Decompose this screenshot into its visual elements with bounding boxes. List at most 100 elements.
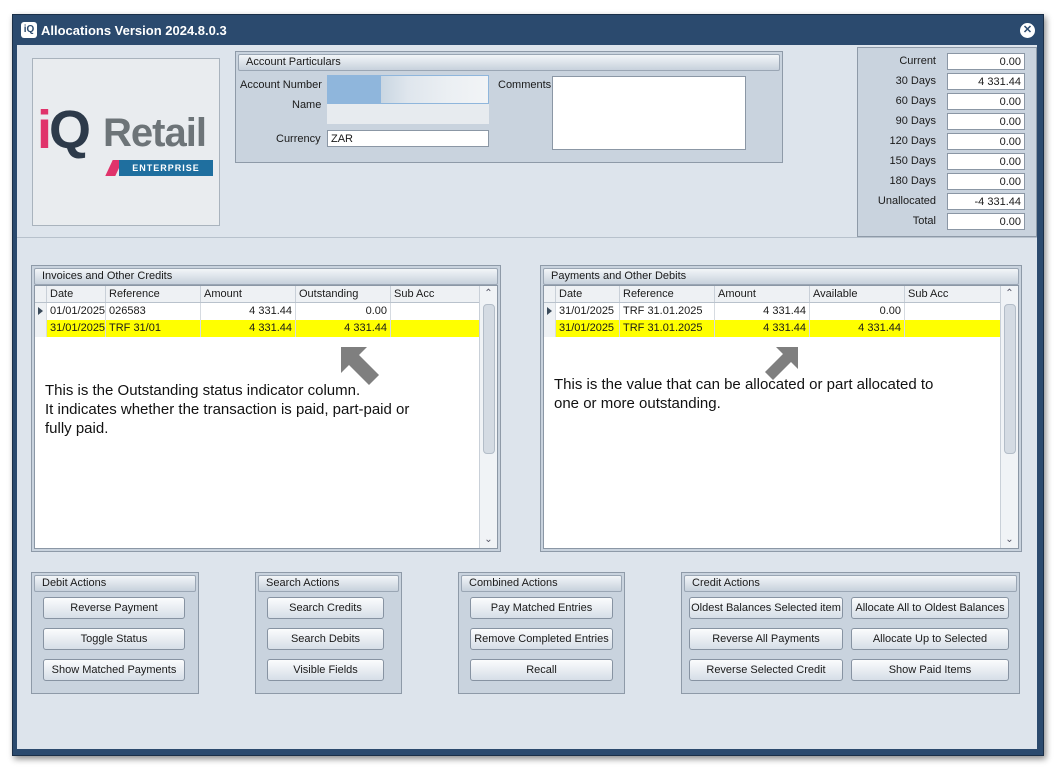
ageing-value-60[interactable]: 0.00 [947,93,1025,110]
allocate-up-to-selected-button[interactable]: Allocate Up to Selected [851,628,1009,650]
col-sub-acc[interactable]: Sub Acc [904,286,1001,302]
col-amount[interactable]: Amount [200,286,295,302]
available-annotation: This is the value that can be allocated … [554,376,934,412]
ageing-value-30[interactable]: 4 331.44 [947,73,1025,90]
ageing-label-150: 150 Days [889,155,936,167]
cell-reference: 026583 [105,303,200,320]
debit-actions-header: Debit Actions [34,575,196,592]
cell-amount: 4 331.44 [714,303,809,320]
pay-matched-entries-button[interactable]: Pay Matched Entries [470,597,613,619]
payments-header: Payments and Other Debits [543,268,1019,285]
account-number-label: Account Number [240,79,322,91]
cell-amount: 4 331.44 [200,303,295,320]
col-amount[interactable]: Amount [714,286,809,302]
logo-retail: Retail [103,111,207,155]
outstanding-annotation: This is the Outstanding status indicator… [45,382,410,437]
currency-field[interactable]: ZAR [327,130,489,147]
reverse-payment-button[interactable]: Reverse Payment [43,597,185,619]
debit-actions-panel: Debit Actions Reverse Payment Toggle Sta… [31,572,199,694]
invoices-header: Invoices and Other Credits [34,268,498,285]
account-particulars-panel: Account Particulars Account Number Name … [235,51,783,163]
allocate-all-to-oldest-balances-button[interactable]: Allocate All to Oldest Balances [851,597,1009,619]
invoices-grid[interactable]: Date Reference Amount Outstanding Sub Ac… [34,285,498,549]
reverse-all-payments-button[interactable]: Reverse All Payments [689,628,843,650]
col-reference[interactable]: Reference [105,286,200,302]
cell-date: 01/01/2025 [46,303,105,320]
payments-panel: Payments and Other Debits Date Reference… [540,265,1022,552]
col-date[interactable]: Date [555,286,619,302]
search-debits-button[interactable]: Search Debits [267,628,384,650]
col-reference[interactable]: Reference [619,286,714,302]
ageing-label-current: Current [899,55,936,67]
show-matched-payments-button[interactable]: Show Matched Payments [43,659,185,681]
combined-actions-header: Combined Actions [461,575,622,592]
toggle-status-button[interactable]: Toggle Status [43,628,185,650]
name-field[interactable] [327,104,489,124]
cell-sub-acc [904,320,1001,337]
table-row-selected[interactable]: 31/01/2025 TRF 31/01 4 331.44 4 331.44 [35,320,479,337]
payments-grid[interactable]: Date Reference Amount Available Sub Acc … [543,285,1019,549]
ageing-label-60: 60 Days [895,95,936,107]
logo-enterprise: ENTERPRISE [119,160,213,176]
cell-reference: TRF 31.01.2025 [619,320,714,337]
ageing-label-30: 30 Days [895,75,936,87]
scroll-up-icon[interactable]: ⌃ [480,286,497,302]
reverse-selected-credit-button[interactable]: Reverse Selected Credit [689,659,843,681]
scroll-down-icon[interactable]: ⌄ [1001,532,1018,548]
invoices-scrollbar[interactable]: ⌃ ⌄ [479,286,497,548]
table-row-selected[interactable]: 31/01/2025 TRF 31.01.2025 4 331.44 4 331… [544,320,1000,337]
name-label: Name [292,99,322,111]
ageing-value-90[interactable]: 0.00 [947,113,1025,130]
ageing-value-total[interactable]: 0.00 [947,213,1025,230]
payments-grid-header: Date Reference Amount Available Sub Acc [544,286,1000,303]
col-sub-acc[interactable]: Sub Acc [390,286,480,302]
oldest-balances-selected-item-button[interactable]: Oldest Balances Selected item [689,597,843,619]
cell-outstanding: 4 331.44 [295,320,390,337]
ageing-panel: Current 0.00 30 Days 4 331.44 60 Days 0.… [857,47,1037,237]
cell-amount: 4 331.44 [200,320,295,337]
table-row[interactable]: 31/01/2025 TRF 31.01.2025 4 331.44 0.00 [544,303,1000,320]
cell-reference: TRF 31/01 [105,320,200,337]
cell-sub-acc [904,303,1001,320]
ageing-label-total: Total [912,215,936,227]
ageing-value-120[interactable]: 0.00 [947,133,1025,150]
ageing-value-180[interactable]: 0.00 [947,173,1025,190]
ageing-label-120: 120 Days [889,135,936,147]
scroll-thumb[interactable] [1004,304,1016,454]
remove-completed-entries-button[interactable]: Remove Completed Entries [470,628,613,650]
account-particulars-header: Account Particulars [238,54,780,71]
section-divider [17,237,1037,238]
client-area: iQ Retail ENTERPRISE Account Particulars… [17,45,1037,749]
credit-actions-header: Credit Actions [684,575,1017,592]
close-icon[interactable]: ✕ [1020,23,1035,38]
account-number-field[interactable] [327,75,489,104]
payments-scrollbar[interactable]: ⌃ ⌄ [1000,286,1018,548]
search-credits-button[interactable]: Search Credits [267,597,384,619]
credit-actions-panel: Credit Actions Oldest Balances Selected … [681,572,1020,694]
recall-button[interactable]: Recall [470,659,613,681]
col-date[interactable]: Date [46,286,105,302]
ageing-value-unallocated[interactable]: -4 331.44 [947,193,1025,210]
scroll-thumb[interactable] [483,304,495,454]
iq-app-icon: iQ [21,22,37,38]
combined-actions-panel: Combined Actions Pay Matched Entries Rem… [458,572,625,694]
cell-sub-acc [390,303,480,320]
show-paid-items-button[interactable]: Show Paid Items [851,659,1009,681]
company-logo: iQ Retail ENTERPRISE [32,58,220,226]
col-available[interactable]: Available [809,286,904,302]
visible-fields-button[interactable]: Visible Fields [267,659,384,681]
invoices-panel: Invoices and Other Credits Date Referenc… [31,265,501,552]
comments-field[interactable] [552,76,746,150]
ageing-value-150[interactable]: 0.00 [947,153,1025,170]
title-bar: iQ Allocations Version 2024.8.0.3 ✕ [13,15,1043,45]
ageing-value-current[interactable]: 0.00 [947,53,1025,70]
ageing-label-unallocated: Unallocated [877,195,936,207]
table-row[interactable]: 01/01/2025 026583 4 331.44 0.00 [35,303,479,320]
window-title: Allocations Version 2024.8.0.3 [41,23,227,38]
invoices-grid-header: Date Reference Amount Outstanding Sub Ac… [35,286,479,303]
scroll-up-icon[interactable]: ⌃ [1001,286,1018,302]
ageing-label-180: 180 Days [889,175,936,187]
cell-available: 4 331.44 [809,320,904,337]
scroll-down-icon[interactable]: ⌄ [480,532,497,548]
col-outstanding[interactable]: Outstanding [295,286,390,302]
